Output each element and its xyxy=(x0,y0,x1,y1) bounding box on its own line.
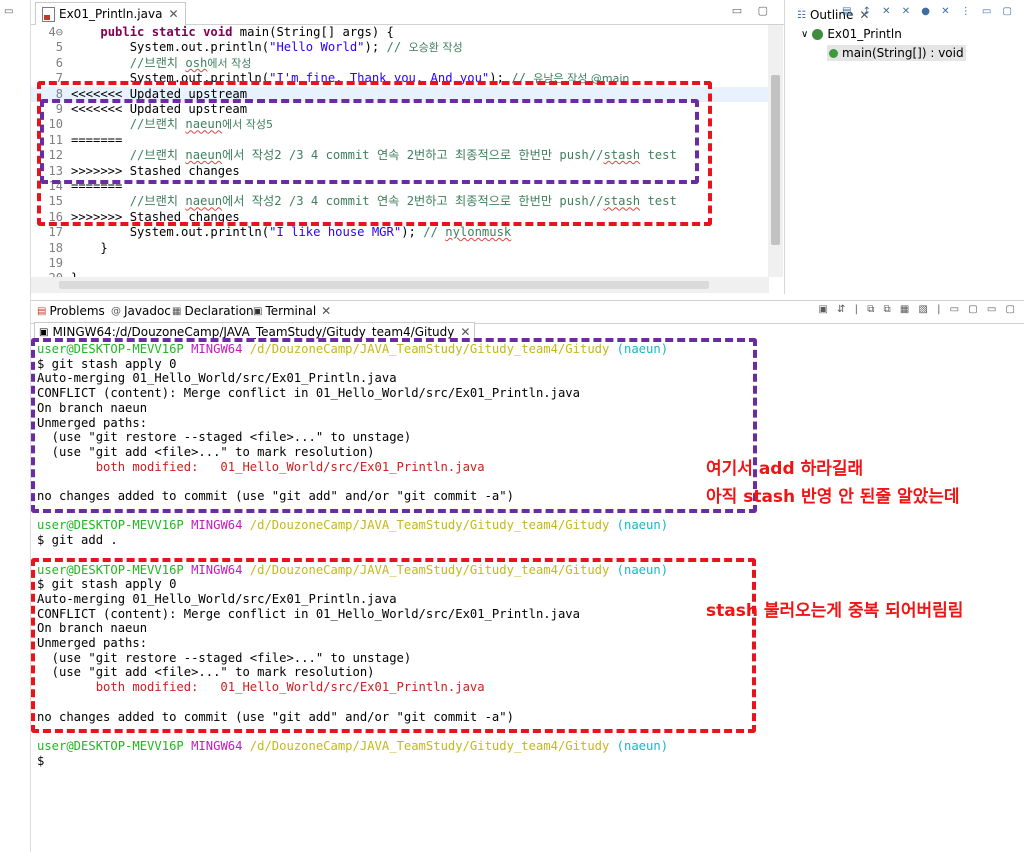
scroll-thumb[interactable] xyxy=(771,75,780,245)
terminal-text: /d/DouzoneCamp/JAVA_TeamStudy/Gitudy_tea… xyxy=(249,738,617,753)
java-file-icon xyxy=(42,6,55,22)
tab-declaration[interactable]: ▦ Declaration xyxy=(172,304,254,318)
editor-window-controls[interactable]: ▭ ▢ xyxy=(732,4,774,17)
tab-problems-label: Problems xyxy=(49,304,105,318)
close-icon[interactable]: ✕ xyxy=(321,304,331,318)
code-text: System.out.println("Hello World"); // 오승… xyxy=(71,40,463,55)
editor-tab-label: Ex01_Println.java xyxy=(59,7,163,21)
code-token: osh xyxy=(185,55,208,70)
code-token: //브랜치 xyxy=(129,55,186,70)
minimize-icon[interactable]: ▭ xyxy=(4,6,21,17)
scroll-thumb[interactable] xyxy=(59,281,709,289)
line-number: 19 xyxy=(48,256,63,270)
left-view-edge: ▭ xyxy=(0,0,31,852)
line-number: 18 xyxy=(48,240,63,255)
terminal-text: $ xyxy=(37,753,45,768)
terminal-icon: ▣ xyxy=(253,305,263,317)
terminal-text: user@DESKTOP-MEVV16P xyxy=(37,518,192,533)
terminal-text: (naeun) xyxy=(616,738,669,753)
tab-declaration-label: Declaration xyxy=(184,304,254,318)
line-number: 5 xyxy=(55,40,63,55)
code-token: 오승환 작성 xyxy=(408,41,463,55)
bottom-panel-tabs: ▤ Problems @ Javadoc ▦ Declaration ▣ Ter… xyxy=(31,300,1024,324)
outline-method-label: main(String[]) : void xyxy=(842,46,964,60)
code-line[interactable]: 18 } xyxy=(31,241,769,256)
line-number: 6 xyxy=(55,55,63,70)
purple-dashed-box-terminal xyxy=(31,338,757,513)
code-token: // xyxy=(386,40,409,55)
code-token: } xyxy=(71,240,108,255)
terminal-line: $ git add . xyxy=(37,533,118,548)
method-icon xyxy=(829,48,838,58)
code-token: nylonmusk xyxy=(445,225,512,240)
terminal-line: $ xyxy=(37,754,44,769)
code-line[interactable]: 5 System.out.println("Hello World"); // … xyxy=(31,40,769,55)
outline-view: ☷ Outline ✕ ▤ ↕ ✕ ✕ ● ✕ ⋮ ▭ ▢ ∨ Ex01_Pri… xyxy=(795,0,1024,294)
line-number: 4⊖ xyxy=(48,25,63,39)
code-token: "I like house MGR" xyxy=(269,225,402,240)
declaration-icon: ▦ xyxy=(172,305,182,317)
code-token: main(String[] args) { xyxy=(232,25,394,39)
annotation-note-1b: 아직 stash 반영 안 된줄 알았는데 xyxy=(706,487,960,507)
terminal-session-label: MINGW64:/d/DouzoneCamp/JAVA_TeamStudy/Gi… xyxy=(52,325,455,339)
terminal-text: (naeun) xyxy=(616,518,669,533)
code-token: 에서 작성 xyxy=(207,56,252,70)
annotation-note-1a: 여기서 add 하라길래 xyxy=(706,459,864,479)
chevron-down-icon[interactable]: ∨ xyxy=(801,29,808,40)
code-text: } xyxy=(71,240,108,256)
code-text: //브랜치 osh에서 작성 xyxy=(71,55,252,71)
terminal-text: MINGW64 xyxy=(191,518,250,533)
close-icon[interactable]: ✕ xyxy=(168,7,178,21)
code-line[interactable]: 6 //브랜치 osh에서 작성 xyxy=(31,56,769,71)
tab-problems[interactable]: ▤ Problems xyxy=(37,304,105,318)
editor-horizontal-scrollbar[interactable] xyxy=(31,277,769,293)
line-number: 17 xyxy=(48,225,63,240)
code-text: System.out.println("I like house MGR"); … xyxy=(71,225,512,240)
terminal-text: $ git add . xyxy=(37,533,118,548)
tab-terminal[interactable]: ▣ Terminal ✕ xyxy=(253,304,332,318)
problems-icon: ▤ xyxy=(37,305,47,317)
terminal-text: /d/DouzoneCamp/JAVA_TeamStudy/Gitudy_tea… xyxy=(249,518,617,533)
terminal-text: user@DESKTOP-MEVV16P xyxy=(37,738,192,753)
code-token: ); xyxy=(401,225,424,240)
outline-class-node[interactable]: ∨ Ex01_Println xyxy=(801,27,902,41)
outline-icon: ☷ xyxy=(797,9,806,21)
code-line[interactable]: 17 System.out.println("I like house MGR"… xyxy=(31,225,769,240)
code-token: System.out.println( xyxy=(71,40,270,55)
close-icon[interactable]: ✕ xyxy=(460,325,470,339)
outline-toolbar[interactable]: ▤ ↕ ✕ ✕ ● ✕ ⋮ ▭ ▢ xyxy=(842,6,1016,17)
code-token: public static void xyxy=(100,25,233,39)
outline-method-node[interactable]: main(String[]) : void xyxy=(827,45,966,61)
annotation-note-2: stash 불러오는게 중복 되어버림림 xyxy=(706,601,964,621)
code-token: ); xyxy=(364,40,387,55)
editor-vertical-scrollbar[interactable] xyxy=(768,25,783,277)
editor-tab-bar: Ex01_Println.java ✕ ▭ ▢ xyxy=(31,0,784,25)
outline-class-label: Ex01_Println xyxy=(827,27,902,41)
tab-javadoc[interactable]: @ Javadoc xyxy=(111,304,171,318)
class-icon xyxy=(812,28,824,40)
tab-terminal-label: Terminal xyxy=(265,304,317,318)
javadoc-icon: @ xyxy=(111,305,121,317)
tab-javadoc-label: Javadoc xyxy=(124,304,171,318)
red-dashed-box-terminal xyxy=(31,558,756,733)
terminal-text: MINGW64 xyxy=(191,738,250,753)
terminal-toolbar[interactable]: ▣ ⇵ | ⧉ ⧉ ▦ ▧ | ▭ ▢ ▭ ▢ xyxy=(818,304,1018,315)
code-token: "Hello World" xyxy=(269,40,365,55)
code-line[interactable]: 4⊖ public static void main(String[] args… xyxy=(31,25,769,40)
code-text: public static void main(String[] args) { xyxy=(71,25,394,40)
purple-dashed-box-editor xyxy=(40,99,699,184)
code-token: System.out.println( xyxy=(71,225,270,240)
terminal-line: user@DESKTOP-MEVV16P MINGW64 /d/DouzoneC… xyxy=(37,739,668,754)
terminal-line: user@DESKTOP-MEVV16P MINGW64 /d/DouzoneC… xyxy=(37,518,668,533)
terminal-session-icon: ▣ xyxy=(39,326,49,338)
code-token: // xyxy=(423,225,446,240)
code-line[interactable]: 19 xyxy=(31,256,769,271)
editor-tab-ex01[interactable]: Ex01_Println.java ✕ xyxy=(35,2,186,25)
